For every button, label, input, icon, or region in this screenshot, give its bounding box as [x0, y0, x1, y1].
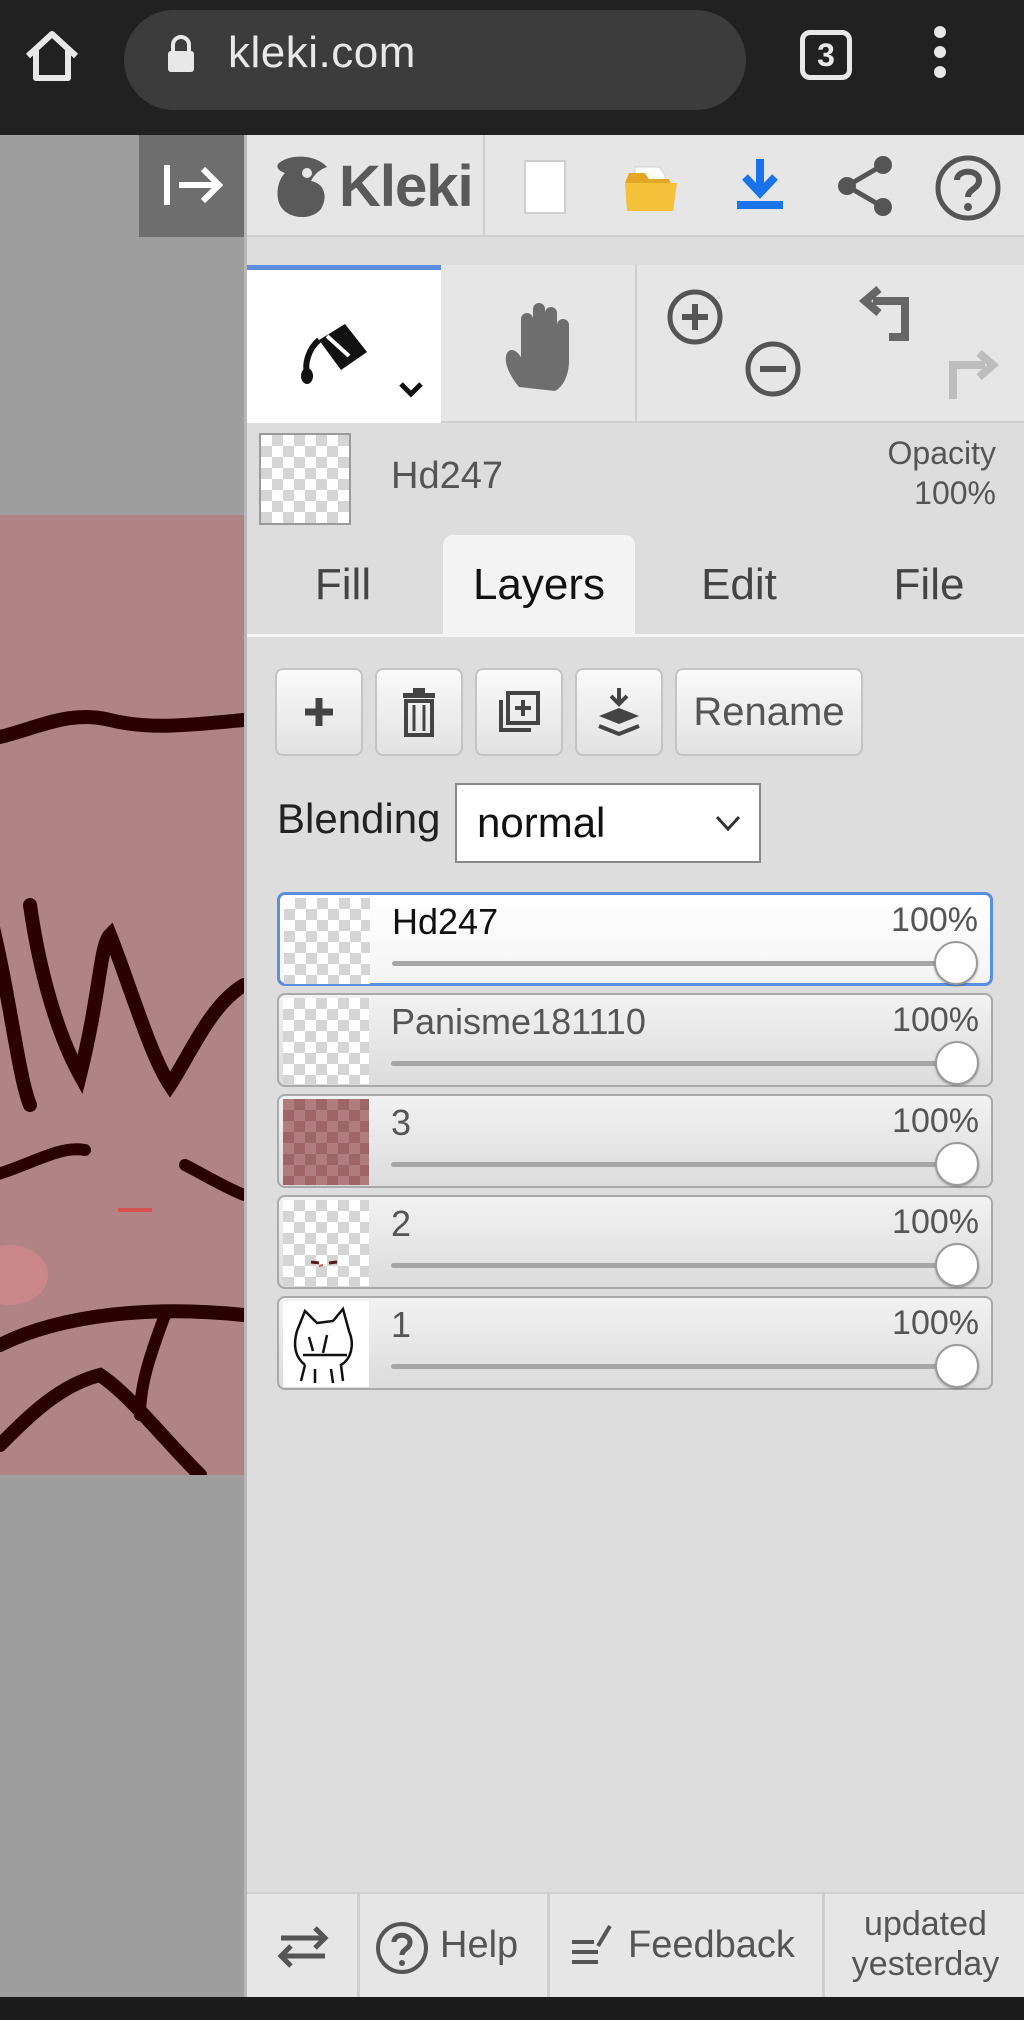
active-layer-name: Hd247	[391, 455, 503, 497]
merge-down-icon	[598, 688, 640, 737]
layer-opacity-slider[interactable]	[391, 1061, 961, 1066]
new-file-icon[interactable]	[511, 153, 577, 219]
layer-thumbnail	[283, 1200, 369, 1286]
collapse-panel-icon[interactable]	[139, 135, 244, 237]
browser-toolbar: kleki.com 3	[0, 0, 1024, 135]
swap-arrows-icon	[277, 1926, 329, 1968]
layer-opacity: 100%	[892, 1203, 979, 1241]
layer-thumbnail	[283, 998, 369, 1084]
chevron-down-icon	[715, 815, 741, 832]
swap-side-button[interactable]	[247, 1894, 360, 1999]
layer-opacity: 100%	[891, 901, 978, 939]
top-toolbar: Kleki	[247, 135, 1024, 237]
opacity-label: Opacity	[887, 435, 996, 471]
active-layer-thumbnail	[259, 433, 351, 525]
share-icon[interactable]	[833, 153, 899, 219]
layer-opacity-knob[interactable]	[935, 1344, 979, 1388]
tab-edit[interactable]: Edit	[647, 535, 831, 637]
plus-icon	[305, 698, 333, 726]
merge-layer-button[interactable]	[575, 668, 663, 756]
layer-thumbnail	[283, 1099, 369, 1185]
blending-select[interactable]: normal	[455, 783, 761, 863]
home-icon[interactable]	[22, 28, 82, 84]
layer-opacity-knob[interactable]	[935, 1142, 979, 1186]
help-icon	[376, 1922, 428, 1974]
layer-item[interactable]: Panisme181110 100%	[277, 993, 993, 1087]
help-icon[interactable]	[933, 153, 1001, 221]
layer-opacity: 100%	[892, 1001, 979, 1039]
rename-layer-button[interactable]: Rename	[675, 668, 863, 756]
duplicate-icon	[499, 691, 540, 732]
add-layer-button[interactable]	[275, 668, 363, 756]
download-icon[interactable]	[727, 153, 793, 219]
tab-fill[interactable]: Fill	[255, 535, 431, 637]
panel-tabs: Fill Layers Edit File	[247, 535, 1024, 637]
help-button[interactable]: Help	[360, 1894, 550, 1999]
layer-item[interactable]: 3 100%	[277, 1094, 993, 1188]
browser-menu-icon[interactable]	[925, 26, 955, 86]
layer-name: 2	[391, 1203, 412, 1244]
blending-value: normal	[477, 799, 606, 846]
tab-switcher-button[interactable]: 3	[800, 30, 852, 80]
tool-row	[247, 265, 1024, 423]
logo-text: Kleki	[339, 154, 474, 219]
layer-thumbnail	[284, 898, 370, 984]
drawing-canvas[interactable]	[0, 135, 244, 1997]
address-bar[interactable]	[124, 10, 746, 110]
blending-label: Blending	[277, 795, 441, 842]
url-text[interactable]: kleki.com	[228, 28, 416, 78]
undo-icon[interactable]	[858, 285, 925, 351]
layer-opacity-slider[interactable]	[391, 1263, 961, 1268]
layer-name: 1	[391, 1304, 412, 1345]
zoom-out-icon[interactable]	[743, 339, 803, 399]
layer-opacity-slider[interactable]	[391, 1364, 961, 1369]
layer-opacity: 100%	[892, 1304, 979, 1342]
layer-item[interactable]: 1 100%	[277, 1296, 993, 1390]
kleki-logo[interactable]: Kleki	[247, 135, 485, 237]
zoom-in-icon[interactable]	[665, 287, 725, 347]
feedback-button[interactable]: Feedback	[550, 1894, 825, 1999]
feedback-label: Feedback	[628, 1924, 795, 1966]
tab-layers[interactable]: Layers	[443, 535, 635, 637]
active-layer-info: Hd247 Opacity 100%	[247, 427, 1024, 527]
chevron-down-icon	[399, 382, 423, 398]
hand-tool[interactable]	[441, 265, 637, 423]
redo-icon[interactable]	[933, 339, 1000, 405]
feedback-icon	[572, 1924, 612, 1964]
layer-opacity-knob[interactable]	[934, 941, 978, 985]
trash-icon	[403, 688, 435, 737]
active-layer-opacity[interactable]: Opacity 100%	[888, 433, 996, 513]
layer-opacity: 100%	[892, 1102, 979, 1140]
updated-status[interactable]: updated yesterday	[827, 1904, 1024, 1984]
side-panel: Kleki Hd247 Opacity 100% Fill Layers Edi…	[244, 135, 1024, 1999]
layer-opacity-slider[interactable]	[392, 961, 960, 966]
artwork	[0, 515, 244, 1475]
layer-name: Panisme181110	[391, 1001, 646, 1042]
layer-opacity-knob[interactable]	[935, 1041, 979, 1085]
lock-icon	[166, 34, 196, 74]
layer-item[interactable]: 2 100%	[277, 1195, 993, 1289]
tab-file[interactable]: File	[837, 535, 1021, 637]
updated-line: updated	[864, 1905, 987, 1943]
layer-name: Hd247	[392, 901, 499, 942]
updated-line: yesterday	[851, 1945, 1000, 1983]
layer-item[interactable]: Hd247 100%	[277, 892, 993, 986]
layer-thumbnail	[283, 1301, 369, 1387]
duplicate-layer-button[interactable]	[475, 668, 563, 756]
system-navigation-bar	[0, 1997, 1024, 2020]
panel-footer: Help Feedback updated yesterday	[247, 1892, 1024, 1999]
layer-name: 3	[391, 1102, 412, 1143]
opacity-value: 100%	[914, 475, 996, 511]
paint-bucket-tool[interactable]	[247, 265, 441, 423]
open-folder-icon[interactable]	[619, 153, 685, 219]
layer-opacity-knob[interactable]	[935, 1243, 979, 1287]
delete-layer-button[interactable]	[375, 668, 463, 756]
help-label: Help	[440, 1924, 519, 1966]
layer-opacity-slider[interactable]	[391, 1162, 961, 1167]
